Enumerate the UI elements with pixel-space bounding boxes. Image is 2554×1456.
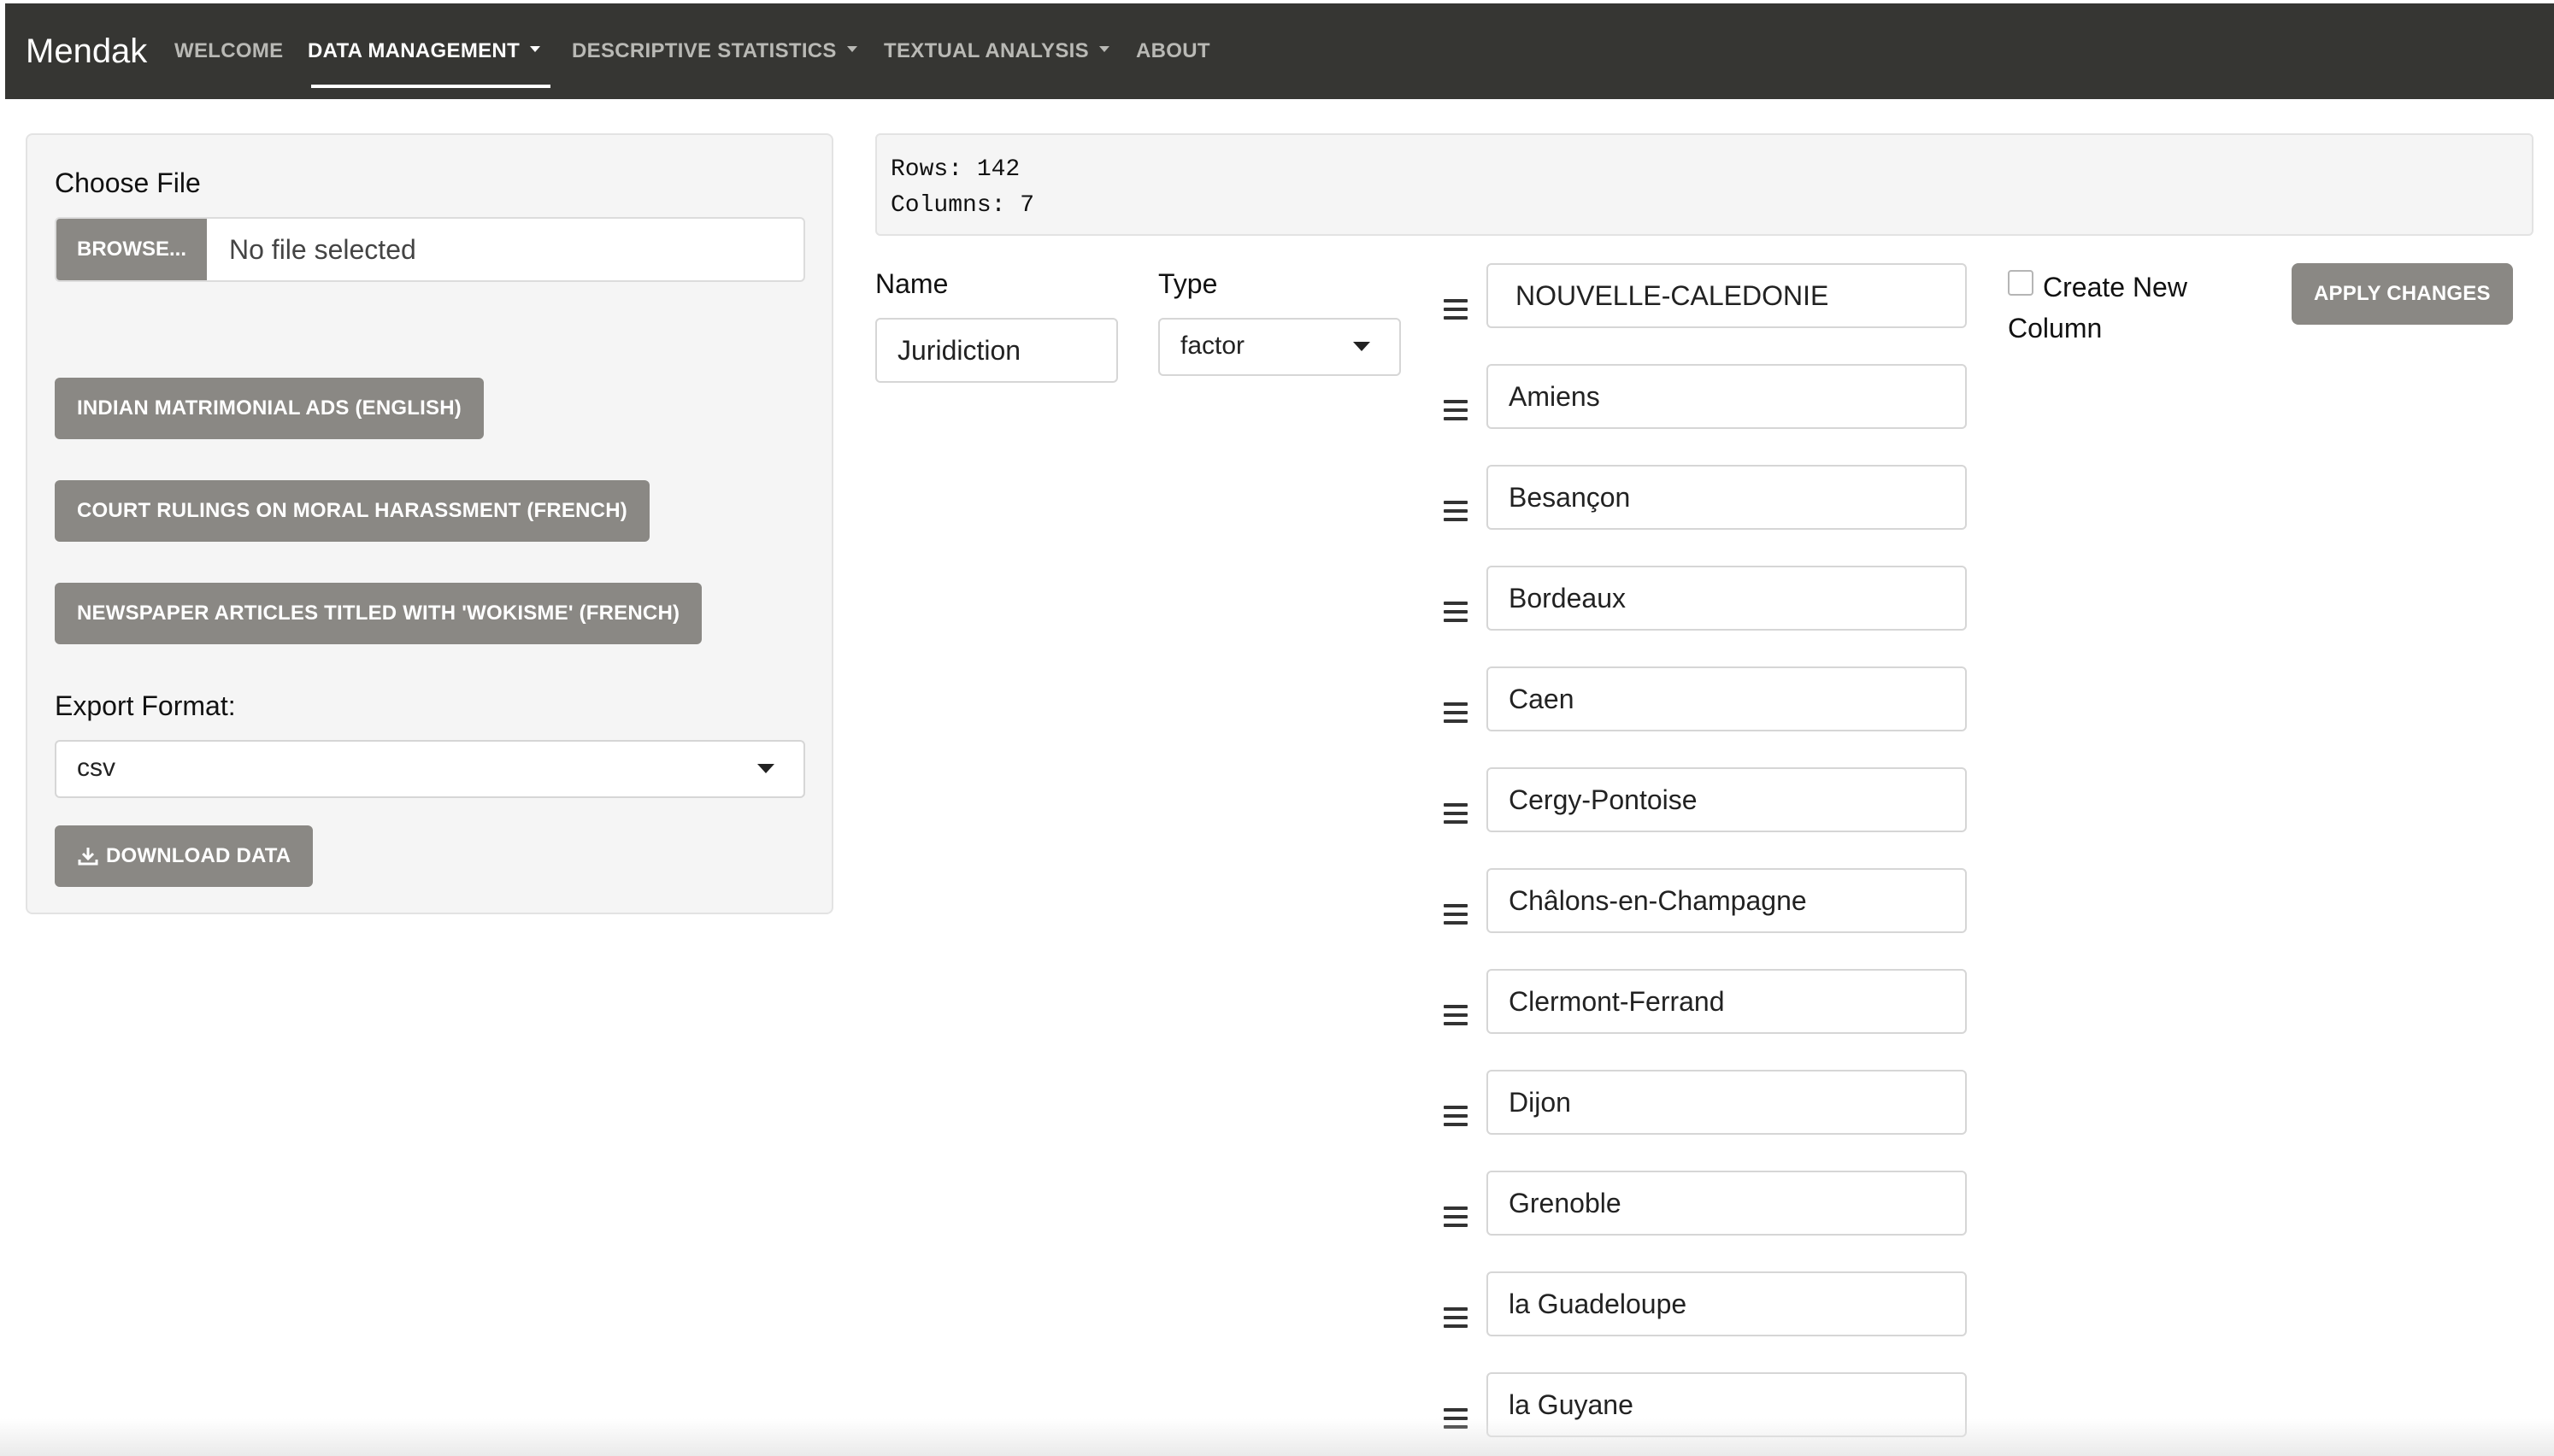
nav-welcome[interactable]: WELCOME	[174, 36, 283, 67]
drag-handle-icon[interactable]	[1444, 1206, 1468, 1227]
download-data-label: DOWNLOAD DATA	[106, 844, 291, 867]
nav-textual-analysis[interactable]: TEXTUAL ANALYSIS	[884, 36, 1109, 67]
level-input-11[interactable]: la Guadeloupe	[1486, 1271, 1967, 1336]
download-data-button[interactable]: DOWNLOAD DATA	[55, 825, 314, 887]
level-input-7[interactable]: Châlons-en-Champagne	[1486, 868, 1967, 933]
download-icon	[78, 848, 98, 866]
level-input-5[interactable]: Caen	[1486, 666, 1967, 731]
bottom-scroll-shadow	[0, 1418, 2554, 1456]
drag-handle-icon[interactable]	[1444, 702, 1468, 723]
sample-data-wokisme-button[interactable]: NEWSPAPER ARTICLES TITLED WITH 'WOKISME'…	[55, 583, 703, 644]
chevron-down-icon	[1098, 46, 1109, 53]
level-input-1[interactable]: NOUVELLE-CALEDONIE	[1486, 263, 1967, 328]
level-input-8[interactable]: Clermont-Ferrand	[1486, 969, 1967, 1034]
columns-count: Columns: 7	[891, 192, 1035, 219]
nav-descriptive-statistics-label: DESCRIPTIVE STATISTICS	[572, 39, 837, 62]
sample-data-matrimonial-button[interactable]: INDIAN MATRIMONIAL ADS (ENGLISH)	[55, 378, 484, 439]
browse-button[interactable]: BROWSE...	[56, 219, 207, 280]
column-type-select[interactable]: factor	[1158, 318, 1401, 376]
level-input-3[interactable]: Besançon	[1486, 465, 1967, 530]
top-navbar: Mendak WELCOME DATA MANAGEMENT DESCRIPTI…	[5, 3, 2554, 99]
chevron-down-icon	[757, 764, 774, 773]
drag-handle-icon[interactable]	[1444, 400, 1468, 420]
nav-descriptive-statistics[interactable]: DESCRIPTIVE STATISTICS	[572, 36, 857, 67]
chevron-down-icon	[846, 46, 857, 53]
chevron-down-icon	[530, 46, 541, 53]
export-format-value: csv	[77, 754, 115, 782]
sample-data-court-rulings-button[interactable]: COURT RULINGS ON MORAL HARASSMENT (FRENC…	[55, 480, 650, 542]
drag-handle-icon[interactable]	[1444, 299, 1468, 320]
apply-changes-button[interactable]: APPLY CHANGES	[2292, 263, 2513, 325]
level-input-10[interactable]: Grenoble	[1486, 1171, 1967, 1236]
dataset-summary: Rows: 142 Columns: 7	[875, 133, 2533, 236]
drag-handle-icon[interactable]	[1444, 904, 1468, 925]
chevron-down-icon	[1353, 342, 1370, 351]
column-type-label: Type	[1158, 268, 1218, 299]
level-input-9[interactable]: Dijon	[1486, 1070, 1967, 1135]
export-format-label: Export Format:	[55, 690, 236, 721]
create-new-column-label: Create New Column	[2008, 272, 2187, 343]
nav-data-management-label: DATA MANAGEMENT	[308, 39, 521, 62]
file-status-text: No file selected	[229, 234, 416, 265]
choose-file-label: Choose File	[55, 167, 201, 198]
level-input-2[interactable]: Amiens	[1486, 364, 1967, 429]
nav-textual-analysis-label: TEXTUAL ANALYSIS	[884, 39, 1089, 62]
rows-count: Rows: 142	[891, 156, 1021, 183]
column-type-value: factor	[1180, 332, 1245, 360]
active-tab-indicator	[311, 85, 550, 88]
export-format-select[interactable]: csv	[55, 740, 805, 798]
nav-about[interactable]: ABOUT	[1136, 36, 1210, 67]
file-input[interactable]: BROWSE... No file selected	[55, 217, 805, 282]
level-input-6[interactable]: Cergy-Pontoise	[1486, 767, 1967, 832]
column-name-input[interactable]: Juridiction	[875, 318, 1118, 383]
drag-handle-icon[interactable]	[1444, 602, 1468, 622]
column-name-label: Name	[875, 268, 949, 299]
drag-handle-icon[interactable]	[1444, 803, 1468, 824]
drag-handle-icon[interactable]	[1444, 1005, 1468, 1025]
app-brand[interactable]: Mendak	[26, 29, 147, 73]
drag-handle-icon[interactable]	[1444, 501, 1468, 521]
level-input-4[interactable]: Bordeaux	[1486, 566, 1967, 631]
nav-data-management[interactable]: DATA MANAGEMENT	[308, 36, 541, 67]
drag-handle-icon[interactable]	[1444, 1106, 1468, 1126]
drag-handle-icon[interactable]	[1444, 1307, 1468, 1328]
